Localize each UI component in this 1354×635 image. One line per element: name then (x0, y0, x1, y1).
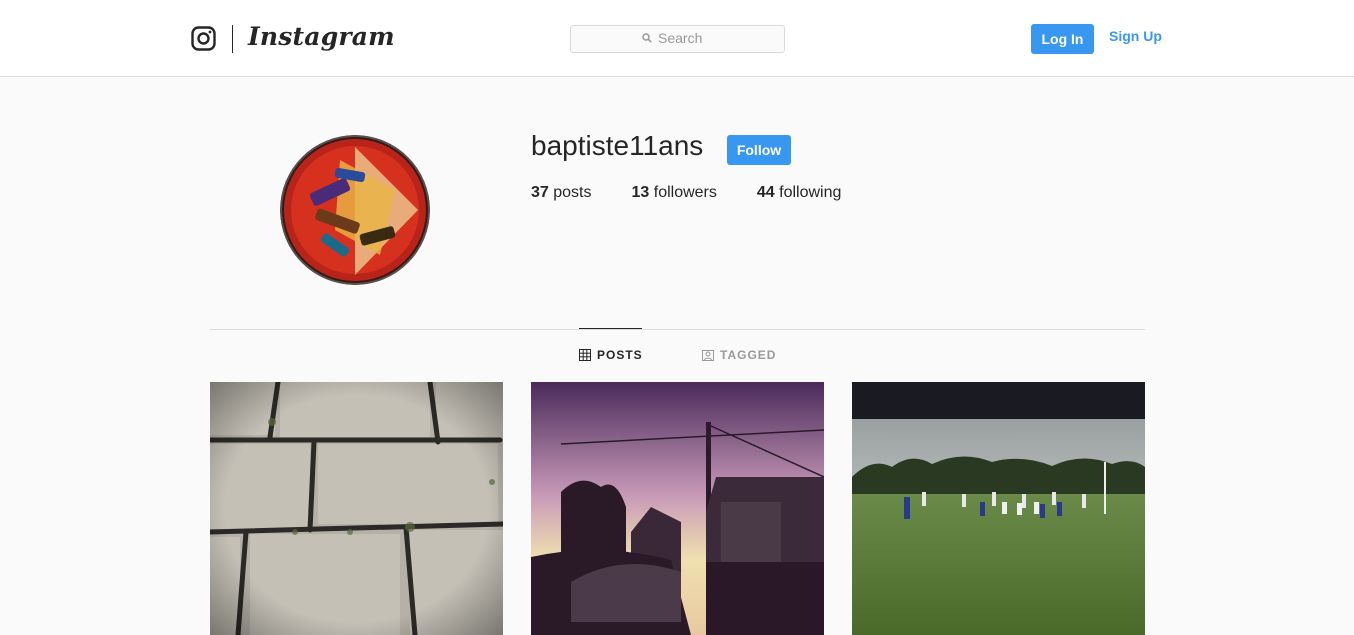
stat-following-label: following (779, 184, 842, 201)
tab-posts[interactable]: POSTS (579, 348, 643, 362)
paving-stones-photo (210, 382, 503, 635)
instagram-wordmark[interactable]: Instagram (248, 22, 395, 51)
active-tab-indicator (579, 328, 642, 329)
search-placeholder: Search (658, 30, 703, 46)
profile-stats: 37 posts 13 followers 44 following (531, 184, 881, 202)
stat-following-count: 44 (756, 184, 775, 201)
sunset-houses-photo (531, 382, 824, 635)
top-navigation-bar: Instagram Search Log In Sign Up (0, 0, 1354, 77)
stat-following[interactable]: 44 following (757, 184, 842, 202)
post-thumbnail[interactable] (210, 382, 503, 635)
logo-divider (232, 25, 233, 53)
stat-posts: 37 posts (531, 184, 592, 202)
post-thumbnail[interactable] (531, 382, 824, 635)
search-icon (642, 33, 652, 43)
follow-button[interactable]: Follow (727, 135, 791, 165)
instagram-camera-icon[interactable] (191, 26, 216, 51)
stat-followers-count: 13 (631, 184, 650, 201)
football-field-photo (852, 382, 1145, 635)
signup-link[interactable]: Sign Up (1109, 28, 1162, 44)
tab-tagged-label: TAGGED (720, 348, 777, 362)
tabs-divider (210, 329, 1145, 330)
stat-followers[interactable]: 13 followers (632, 184, 717, 202)
tagged-icon (702, 350, 714, 361)
post-thumbnail[interactable] (852, 382, 1145, 635)
profile-username: baptiste11ans (531, 130, 704, 161)
grid-icon (579, 349, 591, 361)
login-button[interactable]: Log In (1031, 24, 1094, 54)
stat-posts-label: posts (553, 184, 592, 201)
stat-posts-count: 37 (531, 184, 549, 201)
tab-posts-label: POSTS (597, 348, 643, 362)
stat-followers-label: followers (653, 184, 717, 201)
search-input[interactable]: Search (570, 25, 785, 53)
profile-avatar[interactable] (280, 135, 430, 285)
tab-tagged[interactable]: TAGGED (702, 348, 776, 362)
